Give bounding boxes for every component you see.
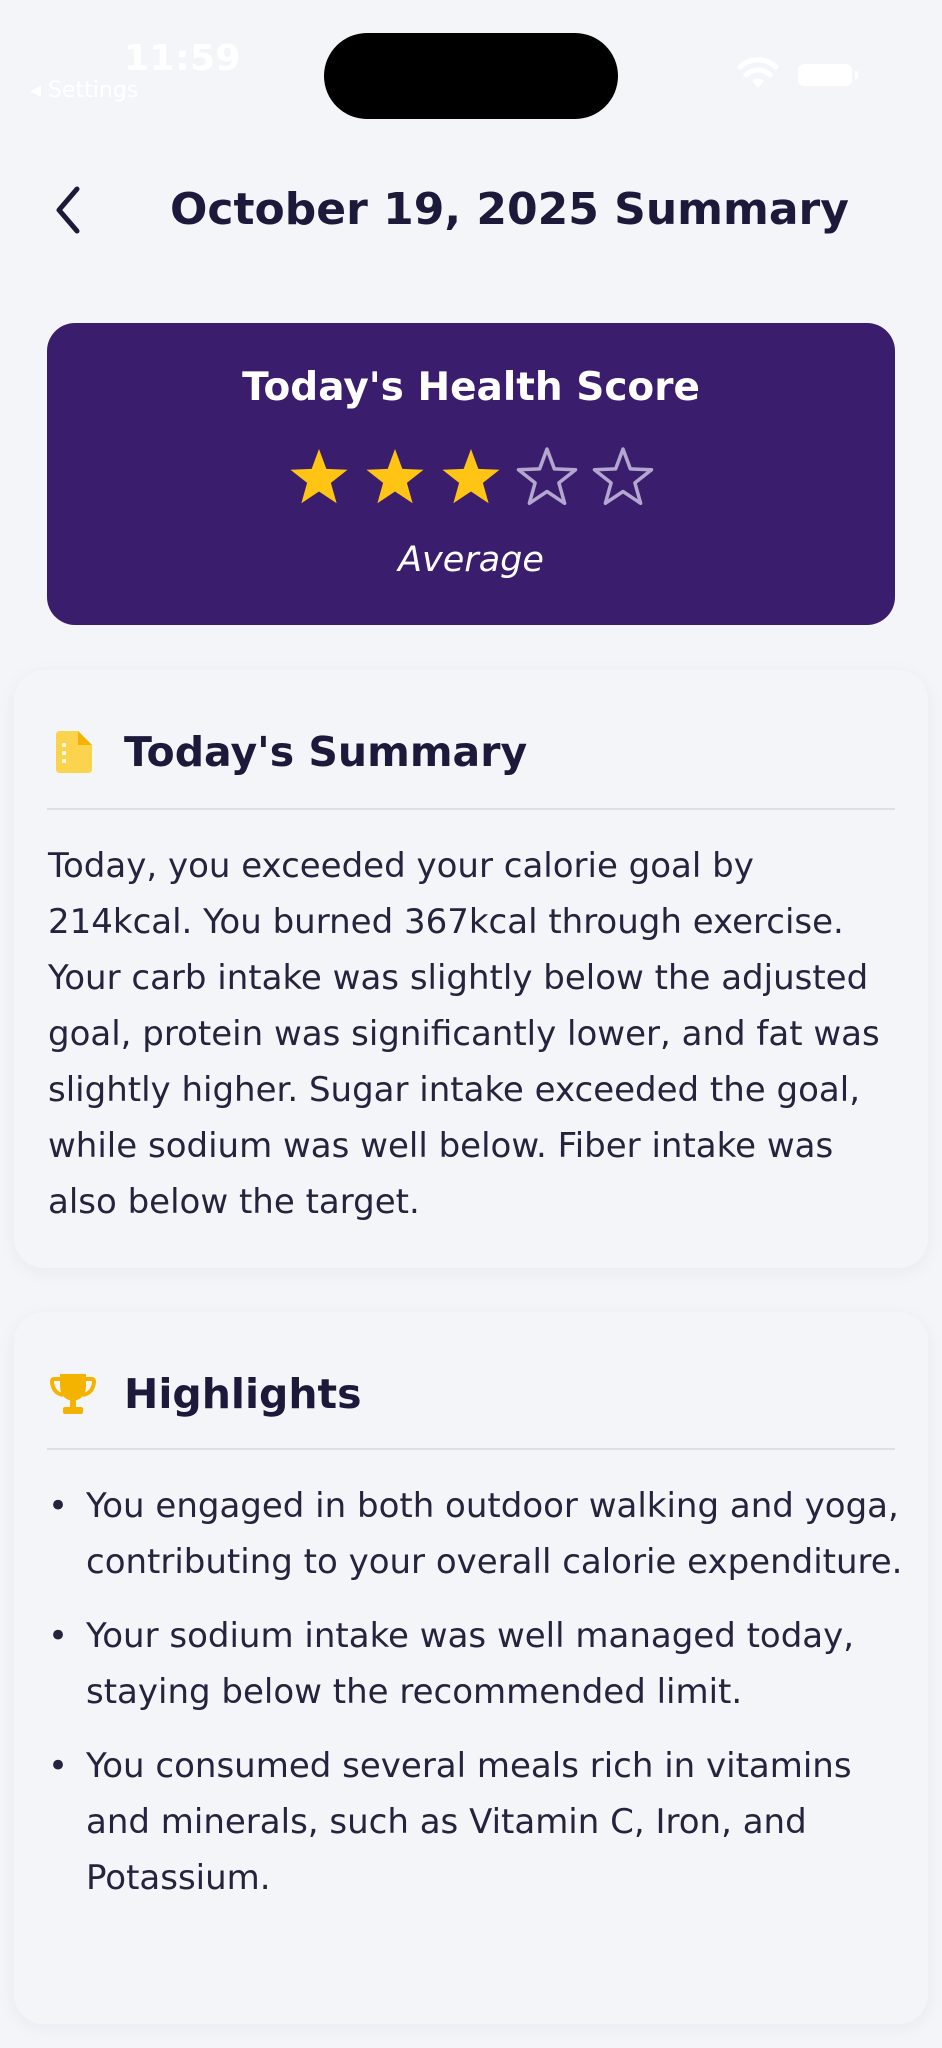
highlights-title: Highlights <box>124 1370 362 1418</box>
highlights-list: You engaged in both outdoor walking and … <box>48 1478 908 1924</box>
summary-title: Today's Summary <box>124 728 528 776</box>
page-header: October 19, 2025 Summary <box>0 170 942 250</box>
document-icon <box>56 731 92 773</box>
battery-icon <box>798 64 858 86</box>
status-time: 11:59 <box>124 38 242 79</box>
dynamic-island <box>324 33 618 119</box>
back-to-app-link[interactable]: ◂ Settings <box>30 78 138 103</box>
highlight-item: You consumed several meals rich in vitam… <box>48 1738 908 1906</box>
health-score-label: Average <box>398 540 544 580</box>
star-filled-icon <box>366 449 424 504</box>
trophy-icon <box>50 1374 96 1414</box>
chevron-left-icon <box>56 186 80 234</box>
page-title: October 19, 2025 Summary <box>170 184 849 235</box>
star-filled-icon <box>442 449 500 504</box>
highlights-divider <box>47 1448 895 1450</box>
back-button[interactable] <box>40 182 96 238</box>
health-score-title: Today's Health Score <box>242 365 700 410</box>
highlight-item: Your sodium intake was well managed toda… <box>48 1608 908 1720</box>
star-empty-icon <box>516 447 578 506</box>
highlights-section: Highlights You engaged in both outdoor w… <box>14 1312 928 2024</box>
status-bar: 11:59 ◂ Settings <box>0 0 942 120</box>
star-rating <box>47 445 895 509</box>
summary-text: Today, you exceeded your calorie goal by… <box>48 846 880 1222</box>
summary-section: Today's Summary Today, you exceeded your… <box>14 670 928 1268</box>
screen: 11:59 ◂ Settings October 19, 2025 Summar… <box>0 0 942 2048</box>
star-filled-icon <box>290 449 348 504</box>
star-empty-icon <box>592 447 654 506</box>
health-score-card: Today's Health Score Average <box>47 323 895 625</box>
highlight-item: You engaged in both outdoor walking and … <box>48 1478 908 1590</box>
wifi-icon <box>737 57 779 88</box>
summary-header: Today's Summary <box>50 722 527 782</box>
summary-divider <box>47 808 895 810</box>
highlights-header: Highlights <box>50 1364 362 1424</box>
